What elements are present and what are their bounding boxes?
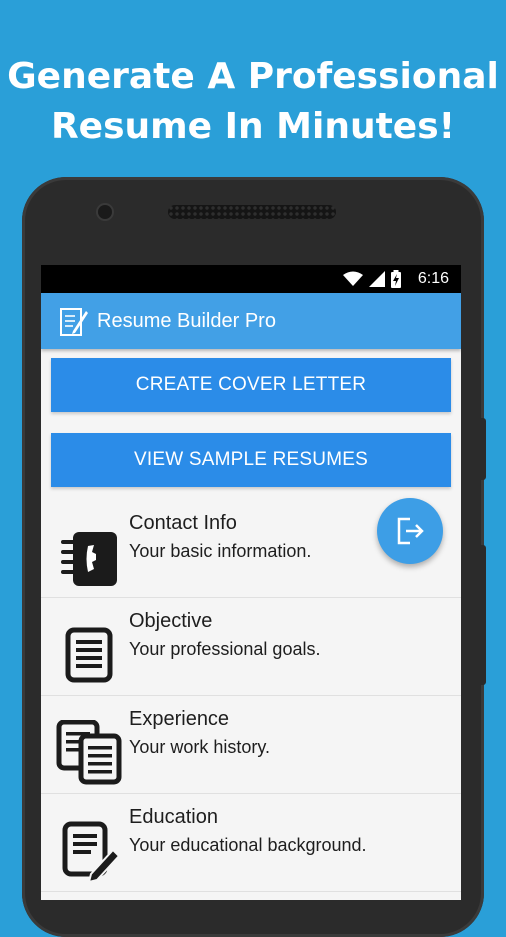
objective-title: Objective (129, 610, 213, 632)
app-screen: 6:16 Resume Builder Pro CREATE COVER LET… (41, 265, 461, 900)
promo-headline: Generate A Professional Resume In Minute… (0, 52, 506, 152)
wifi-icon (343, 271, 363, 286)
status-bar: 6:16 (41, 265, 461, 293)
list-item-objective[interactable]: Objective Your professional goals. (41, 598, 461, 696)
document-edit-icon (55, 818, 121, 884)
promo-headline-line1: Generate A Professional (7, 56, 499, 97)
promo-headline-line2: Resume In Minutes! (50, 106, 456, 147)
phone-camera (98, 205, 112, 219)
phone-speaker (168, 205, 336, 219)
app-title: Resume Builder Pro (97, 310, 276, 332)
phone-power-button (481, 418, 486, 480)
exit-fab-button[interactable] (377, 498, 443, 564)
battery-charging-icon (391, 270, 401, 288)
phone-volume-button (481, 545, 486, 685)
list-item-experience[interactable]: Experience Your work history. (41, 696, 461, 794)
create-cover-letter-button[interactable]: CREATE COVER LETTER (51, 358, 451, 412)
objective-subtitle: Your professional goals. (129, 639, 321, 659)
experience-subtitle: Your work history. (129, 737, 271, 757)
exit-icon (397, 517, 424, 545)
app-bar: Resume Builder Pro (41, 293, 461, 349)
experience-title: Experience (129, 708, 230, 730)
list-item-education[interactable]: Education Your educational background. (41, 794, 461, 892)
education-title: Education (129, 806, 218, 828)
contact-info-subtitle: Your basic information. (129, 541, 312, 561)
documents-stack-icon (55, 719, 122, 786)
view-sample-resumes-button[interactable]: VIEW SAMPLE RESUMES (51, 433, 451, 487)
document-icon (55, 622, 121, 688)
notepad-edit-icon (59, 305, 89, 342)
cell-signal-icon (369, 271, 385, 287)
contact-book-icon (55, 524, 121, 590)
status-time: 6:16 (417, 270, 449, 287)
education-subtitle: Your educational background. (129, 835, 367, 855)
contact-info-title: Contact Info (129, 512, 237, 534)
